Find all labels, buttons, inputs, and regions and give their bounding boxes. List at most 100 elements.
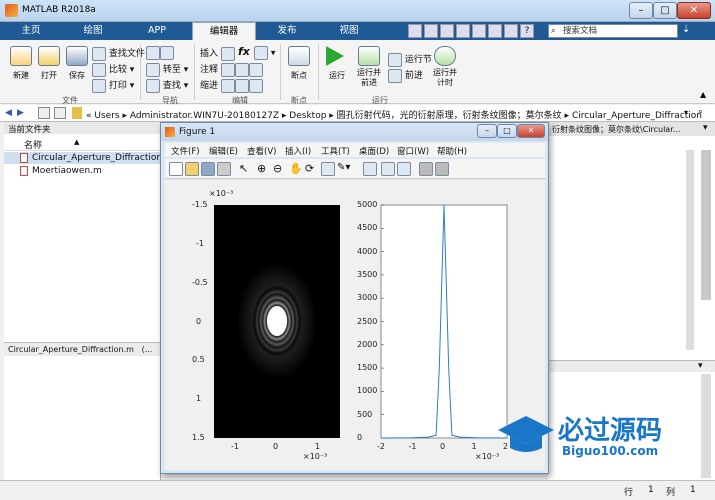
panel-menu-icon[interactable]: ▾ <box>698 361 703 371</box>
tab-editor[interactable]: 编辑器 <box>192 22 256 40</box>
hide-plot-tools-icon[interactable] <box>419 162 433 176</box>
insert-button[interactable]: 插入 <box>200 46 235 61</box>
details-panel[interactable]: Circular_Aperture_Diffraction.m (... <box>4 342 161 356</box>
left-y-tick-label: 0 <box>196 316 202 326</box>
watermark-url: Biguo100.com <box>562 444 659 458</box>
save-figure-icon[interactable] <box>201 162 215 176</box>
breakpoints-label[interactable]: 断点 <box>284 70 314 81</box>
print-figure-icon[interactable] <box>217 162 231 176</box>
run-label[interactable]: 运行 <box>322 70 352 81</box>
tab-home[interactable]: 主页 <box>8 22 54 40</box>
minimize-button[interactable]: – <box>629 2 653 19</box>
browse-folder-icon[interactable] <box>54 107 66 119</box>
undo-icon[interactable] <box>472 24 486 38</box>
breadcrumb-item[interactable]: Circular_Aperture_Diffraction <box>572 111 702 121</box>
print-button[interactable]: 打印 ▾ <box>92 78 134 93</box>
up-folder-icon[interactable] <box>38 107 50 119</box>
path-dropdown-icon[interactable]: ▾ <box>684 108 688 117</box>
menu-help[interactable]: 帮助(H) <box>437 145 467 157</box>
menu-view[interactable]: 查看(V) <box>247 145 276 157</box>
advance-button[interactable]: 前进 <box>388 68 423 83</box>
run-and-time-icon[interactable] <box>434 46 456 66</box>
data-cursor-icon[interactable] <box>321 162 335 176</box>
close-button[interactable]: ✕ <box>517 124 545 138</box>
maximize-button[interactable]: □ <box>653 2 677 19</box>
tab-plots[interactable]: 绘图 <box>70 22 116 40</box>
show-plot-tools-icon[interactable] <box>435 162 449 176</box>
fx-button[interactable]: fx <box>238 45 250 58</box>
pointer-icon[interactable]: ↖ <box>239 162 248 175</box>
compare-button[interactable]: 比较 ▾ <box>92 62 134 77</box>
open-folder-icon[interactable] <box>38 46 60 66</box>
menu-edit[interactable]: 编辑(E) <box>209 145 238 157</box>
run-and-time-label[interactable]: 运行并 计时 <box>428 68 462 88</box>
redo-icon[interactable] <box>488 24 502 38</box>
menu-tools[interactable]: 工具(T) <box>321 145 350 157</box>
new-figure-icon[interactable] <box>169 162 183 176</box>
help-icon[interactable]: ? <box>520 24 534 38</box>
run-advance-icon[interactable] <box>358 46 380 66</box>
list-item[interactable]: Moertiaowen.m <box>4 165 161 177</box>
menu-insert[interactable]: 插入(I) <box>285 145 311 157</box>
zoom-out-icon[interactable]: ⊖ <box>273 162 282 175</box>
search-documentation-input[interactable]: 搜索文档 <box>548 24 678 38</box>
paste-icon[interactable] <box>456 24 470 38</box>
colorbar-icon[interactable] <box>381 162 395 176</box>
panel-menu-icon[interactable]: ▾ <box>703 123 708 133</box>
run-section-button[interactable]: 运行节 <box>388 52 432 67</box>
find-button[interactable]: 查找 ▾ <box>146 78 188 93</box>
divider <box>194 44 195 100</box>
right-y-tick-label: 2500 <box>357 316 378 326</box>
forward-nav-icon[interactable]: ▶ <box>17 108 24 118</box>
open-file-icon[interactable] <box>185 162 199 176</box>
save-button-label[interactable]: 保存 <box>62 70 92 81</box>
back-forward-button[interactable] <box>146 46 174 60</box>
close-button[interactable]: ✕ <box>677 2 711 19</box>
new-button-label[interactable]: 新建 <box>6 70 36 81</box>
goto-button[interactable]: 转至 ▾ <box>146 62 188 77</box>
breakpoints-icon[interactable] <box>288 46 310 66</box>
run-advance-label[interactable]: 运行并 前进 <box>352 68 386 88</box>
tab-publish[interactable]: 发布 <box>262 22 312 40</box>
breadcrumb-item[interactable]: Users <box>94 111 119 121</box>
menu-window[interactable]: 窗口(W) <box>397 145 429 157</box>
right-x-tick-label: 0 <box>440 442 446 451</box>
run-icon[interactable] <box>326 46 344 66</box>
scrollbar-thumb[interactable] <box>701 150 711 300</box>
column-header[interactable]: 名称 ▲ <box>4 135 161 151</box>
rotate-icon[interactable]: ⟳ <box>305 162 314 175</box>
legend-icon[interactable] <box>397 162 411 176</box>
quick-save-icon[interactable] <box>408 24 422 38</box>
save-icon[interactable] <box>66 46 88 66</box>
scrollbar[interactable] <box>686 150 694 350</box>
section-icons[interactable]: ▾ <box>254 46 275 60</box>
back-nav-icon[interactable]: ◀ <box>5 108 12 118</box>
minimize-button[interactable]: – <box>477 124 497 138</box>
cut-icon[interactable] <box>424 24 438 38</box>
m-file-icon <box>20 166 28 176</box>
tab-view[interactable]: 视图 <box>324 22 374 40</box>
list-item[interactable]: Circular_Aperture_Diffraction.m <box>4 152 174 164</box>
open-button-label[interactable]: 打开 <box>34 70 64 81</box>
breadcrumb-item[interactable]: Administrator.WIN7U-20180127Z <box>130 111 279 121</box>
brush-icon[interactable]: ✎▾ <box>337 162 350 173</box>
pan-icon[interactable]: ✋ <box>289 162 303 175</box>
zoom-in-icon[interactable]: ⊕ <box>257 162 266 175</box>
breadcrumb-item[interactable]: Desktop <box>289 111 326 121</box>
comment-button[interactable]: 注释 <box>200 62 263 77</box>
browse-search-icon[interactable]: ⌕ <box>698 107 703 117</box>
notifications-icon[interactable]: ⇣ <box>682 24 696 38</box>
indent-button[interactable]: 缩进 <box>200 78 263 93</box>
menu-desktop[interactable]: 桌面(D) <box>359 145 389 157</box>
tab-apps[interactable]: APP <box>134 22 180 40</box>
menu-file[interactable]: 文件(F) <box>171 145 200 157</box>
breadcrumb-item[interactable]: 圆孔衍射代码，光的衍射原理，衍射条纹图像；莫尔条纹 <box>337 111 562 121</box>
copy-icon[interactable] <box>440 24 454 38</box>
matlab-logo-icon <box>5 4 18 17</box>
link-plot-icon[interactable] <box>363 162 377 176</box>
switch-windows-icon[interactable] <box>504 24 518 38</box>
new-icon[interactable] <box>10 46 32 66</box>
find-files-button[interactable]: 查找文件 <box>92 46 145 61</box>
collapse-ribbon-icon[interactable]: ▲ <box>700 90 706 99</box>
maximize-button[interactable]: □ <box>497 124 517 138</box>
